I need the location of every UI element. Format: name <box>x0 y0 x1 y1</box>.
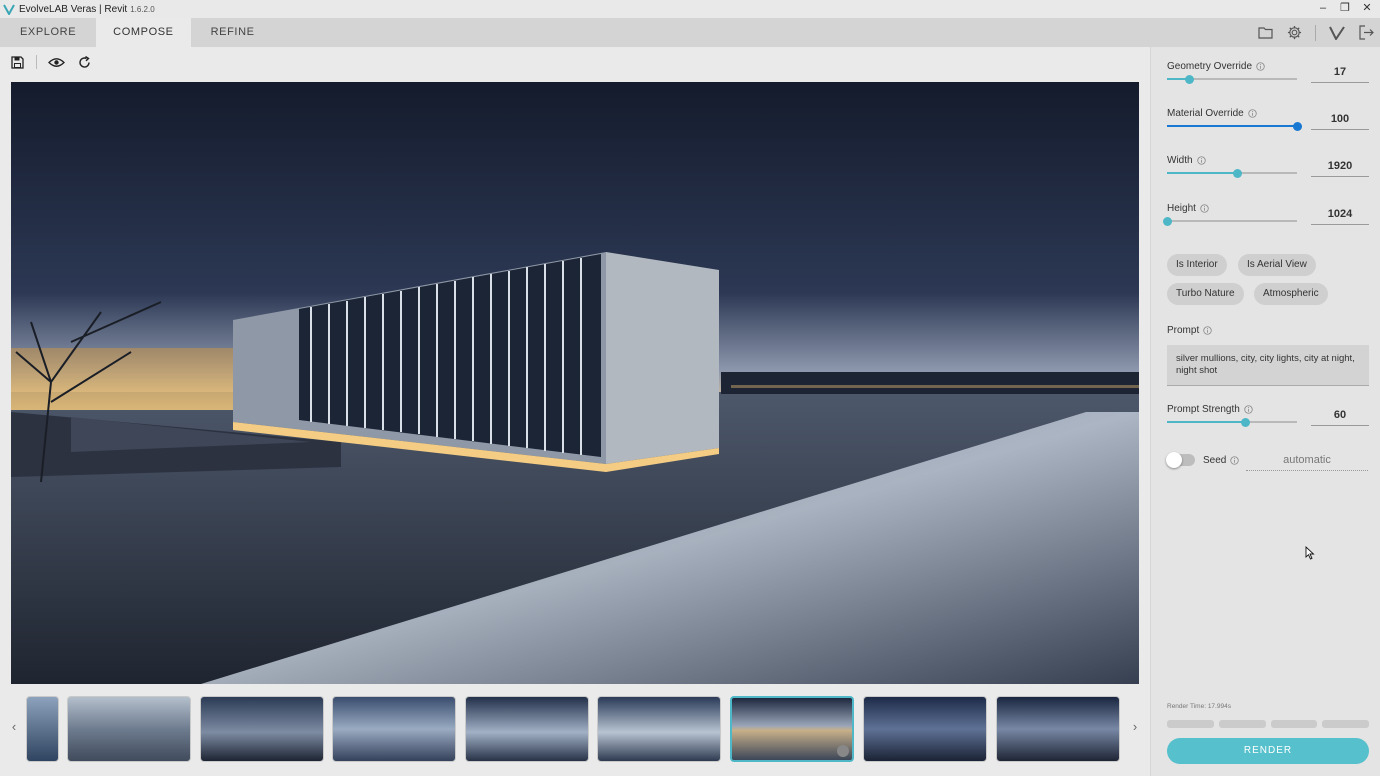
tab-bar: EXPLORE COMPOSE REFINE <box>0 18 1380 47</box>
info-icon[interactable] <box>1248 109 1257 118</box>
veras-logo-icon[interactable] <box>1329 25 1345 41</box>
width-label: Width <box>1167 155 1193 166</box>
chevron-right-icon[interactable]: › <box>1128 719 1142 739</box>
gear-icon[interactable] <box>1286 25 1302 41</box>
progress-segment <box>1270 720 1318 728</box>
compose-main: ‹ › <box>0 47 1150 776</box>
chip-is-interior[interactable]: Is Interior <box>1167 254 1227 276</box>
render-thumbnail[interactable] <box>863 696 987 762</box>
render-preview-image <box>11 82 1139 684</box>
folder-icon[interactable] <box>1257 25 1273 41</box>
render-time: Render Time: 17.994s <box>1167 703 1231 710</box>
render-thumbnail[interactable] <box>996 696 1120 762</box>
height-label: Height <box>1167 203 1196 214</box>
info-icon[interactable] <box>1230 456 1240 465</box>
chip-is-aerial-view[interactable]: Is Aerial View <box>1238 254 1316 276</box>
settings-panel: Geometry Override 17 Material Override 1… <box>1150 47 1380 776</box>
mouse-cursor-icon <box>1305 546 1315 560</box>
render-thumbnail[interactable] <box>67 696 191 762</box>
info-icon[interactable] <box>1203 326 1212 335</box>
eye-icon[interactable] <box>47 53 65 71</box>
info-icon[interactable] <box>1244 405 1253 414</box>
geometry-override-slider[interactable] <box>1167 74 1297 84</box>
title-bar: EvolveLAB Veras | Revit 1.6.2.0 – ❐ ✕ <box>0 0 1380 18</box>
app-version: 1.6.2.0 <box>130 4 155 14</box>
geometry-override-control: Geometry Override 17 <box>1167 61 1369 84</box>
prompt-strength-value[interactable]: 60 <box>1311 409 1369 426</box>
render-thumbnail-selected[interactable] <box>730 696 854 762</box>
prompt-input[interactable]: silver mullions, city, city lights, city… <box>1167 345 1369 386</box>
geometry-override-label: Geometry Override <box>1167 61 1253 72</box>
geometry-override-value[interactable]: 17 <box>1311 66 1369 83</box>
render-thumbnail[interactable] <box>597 696 721 762</box>
width-value[interactable]: 1920 <box>1311 160 1369 177</box>
chip-turbo-nature[interactable]: Turbo Nature <box>1167 283 1244 305</box>
progress-segment <box>1218 720 1266 728</box>
material-override-control: Material Override 100 <box>1167 108 1369 131</box>
render-thumbnail[interactable] <box>332 696 456 762</box>
seed-label: Seed <box>1203 455 1227 466</box>
height-value[interactable]: 1024 <box>1311 208 1369 225</box>
prompt-strength-label: Prompt Strength <box>1167 404 1240 415</box>
image-toolbar <box>8 53 93 71</box>
close-icon[interactable]: ✕ <box>1360 1 1374 15</box>
save-icon[interactable] <box>8 53 26 71</box>
header-actions <box>1257 18 1374 47</box>
info-icon[interactable] <box>1256 62 1265 71</box>
progress-segment <box>1322 720 1369 728</box>
tab-refine[interactable]: REFINE <box>191 18 275 47</box>
width-slider[interactable] <box>1167 168 1297 178</box>
info-icon[interactable] <box>1196 156 1206 165</box>
divider <box>36 55 37 69</box>
render-history: ‹ › <box>0 695 1150 763</box>
veras-logo-icon <box>3 4 15 15</box>
render-thumbnail[interactable] <box>26 696 59 762</box>
app-title: EvolveLAB Veras | Revit <box>19 3 128 15</box>
height-control: Height 1024 <box>1162 203 1369 226</box>
prompt-strength-slider[interactable] <box>1167 417 1297 427</box>
toggle-knob[interactable] <box>1166 452 1182 468</box>
height-slider[interactable] <box>1162 216 1297 226</box>
chip-atmospheric[interactable]: Atmospheric <box>1254 283 1328 305</box>
divider <box>1315 24 1316 41</box>
render-thumbnail[interactable] <box>200 696 324 762</box>
minimize-icon[interactable]: – <box>1316 1 1330 15</box>
width-control: Width 1920 <box>1167 155 1369 178</box>
render-progress <box>1167 720 1369 728</box>
render-thumbnail[interactable] <box>465 696 589 762</box>
prompt-label: Prompt <box>1167 325 1200 336</box>
material-override-value[interactable]: 100 <box>1311 113 1369 130</box>
progress-segment <box>1167 720 1214 728</box>
lock-icon[interactable] <box>837 745 849 757</box>
refresh-icon[interactable] <box>75 53 93 71</box>
material-override-slider[interactable] <box>1167 121 1302 131</box>
seed-input[interactable]: automatic <box>1246 454 1368 471</box>
prompt-strength-control: Prompt Strength 60 <box>1167 404 1369 427</box>
exit-icon[interactable] <box>1358 25 1374 41</box>
seed-toggle[interactable] <box>1166 452 1195 468</box>
tab-compose[interactable]: COMPOSE <box>96 18 191 47</box>
info-icon[interactable] <box>1200 204 1209 213</box>
restore-icon[interactable]: ❐ <box>1338 1 1352 15</box>
render-button[interactable]: RENDER <box>1167 738 1369 764</box>
window-controls: – ❐ ✕ <box>1316 1 1374 15</box>
chevron-left-icon[interactable]: ‹ <box>7 719 21 739</box>
tab-explore[interactable]: EXPLORE <box>0 18 96 47</box>
material-override-label: Material Override <box>1167 108 1244 119</box>
